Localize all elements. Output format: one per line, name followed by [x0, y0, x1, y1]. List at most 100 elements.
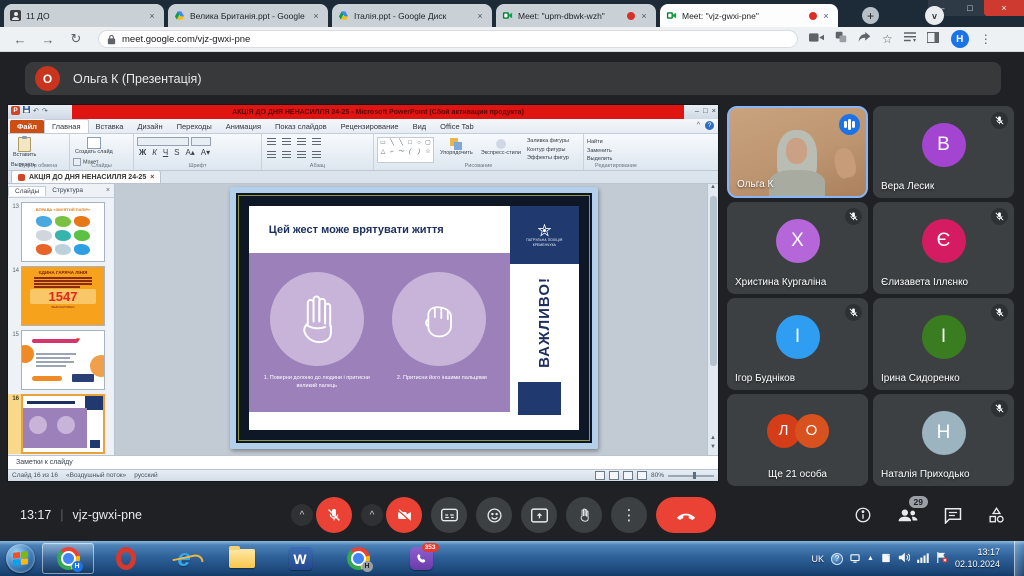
- start-button[interactable]: [6, 544, 35, 573]
- participant-tile-yelyzaveta[interactable]: Є Єлизавета Іллєнко: [873, 202, 1014, 294]
- tab-slides[interactable]: Слайды: [8, 186, 46, 196]
- shape-effects-button[interactable]: Эффекты фигур: [527, 155, 569, 161]
- tab-classroom[interactable]: 11 ДО ×: [4, 4, 164, 27]
- shadow-icon[interactable]: S: [174, 148, 179, 157]
- view-slideshow-icon[interactable]: [637, 471, 647, 480]
- scroll-thumb[interactable]: [710, 196, 717, 366]
- shape-outline-button[interactable]: Контур фигуры: [527, 147, 565, 153]
- participant-tile-ihor[interactable]: І Ігор Будніков: [727, 298, 868, 390]
- new-slide-button[interactable]: Создать слайд: [75, 137, 113, 155]
- shape-fill-button[interactable]: Заливка фигуры: [527, 138, 569, 144]
- slide-thumbnail-14[interactable]: 14 ЄДИНА ГАРЯЧА ЛІНІЯ 1547 БЕЗКОШТОВНО: [8, 266, 114, 326]
- mic-muted-button[interactable]: [316, 497, 352, 533]
- side-panel-icon[interactable]: [927, 30, 939, 48]
- find-button[interactable]: Найти: [587, 139, 603, 145]
- view-reading-icon[interactable]: [623, 471, 633, 480]
- participant-tile-vera[interactable]: В Вера Лесик: [873, 106, 1014, 198]
- align-right-icon[interactable]: [297, 151, 306, 159]
- bold-icon[interactable]: Ж: [139, 148, 146, 157]
- taskbar-clock[interactable]: 13:17 02.10.2024: [955, 547, 1000, 570]
- browser-menu-icon[interactable]: ⋮: [980, 32, 992, 46]
- chat-button[interactable]: [944, 507, 962, 524]
- activities-button[interactable]: [987, 506, 1006, 524]
- indent-icon[interactable]: [297, 138, 306, 146]
- quick-styles-button[interactable]: Экспресс-стили: [481, 138, 521, 162]
- network-signal-icon[interactable]: [917, 550, 929, 568]
- numbering-icon[interactable]: [282, 138, 291, 146]
- share-icon[interactable]: [858, 30, 871, 48]
- undo-icon[interactable]: ↶: [33, 107, 39, 115]
- ppt-close-button[interactable]: ×: [712, 106, 716, 115]
- mic-options-chevron[interactable]: ^: [291, 504, 313, 526]
- bookmark-star-icon[interactable]: ☆: [882, 32, 893, 46]
- camera-options-chevron[interactable]: ^: [361, 504, 383, 526]
- taskbar-viber[interactable]: 353: [395, 543, 447, 574]
- ppt-tab-officetab[interactable]: Office Tab: [433, 120, 481, 133]
- ppt-quick-access-toolbar[interactable]: P ↶ ↷: [11, 106, 48, 115]
- shrink-font-icon[interactable]: А▾: [201, 148, 210, 157]
- tab-close-icon[interactable]: ×: [474, 10, 486, 22]
- language-indicator[interactable]: UK: [812, 554, 825, 564]
- current-slide[interactable]: Цей жест може врятувати життя ПАТРУЛЬНА …: [230, 187, 598, 449]
- slide-scrollbar[interactable]: ▲ ▲▼: [707, 184, 718, 455]
- profile-avatar[interactable]: H: [951, 30, 969, 48]
- underline-icon[interactable]: Ч: [163, 148, 168, 157]
- action-center-flag-icon[interactable]: [936, 550, 948, 568]
- scroll-up-icon[interactable]: ▲: [710, 184, 716, 190]
- captions-button[interactable]: [431, 497, 467, 533]
- prev-next-slide-buttons[interactable]: ▲▼: [708, 434, 718, 453]
- tray-clipboard-icon[interactable]: [881, 550, 891, 568]
- shared-powerpoint-window[interactable]: P ↶ ↷ АКЦІЯ ДО ДНЯ НЕНАСИЛЛЯ 24-25 - Mic…: [8, 105, 718, 481]
- tab-close-icon[interactable]: ×: [310, 10, 322, 22]
- ppt-tab-transitions[interactable]: Переходы: [170, 120, 219, 133]
- meeting-details-button[interactable]: [854, 506, 872, 524]
- ppt-tab-home[interactable]: Главная: [44, 119, 89, 133]
- grow-font-icon[interactable]: А▴: [185, 148, 194, 157]
- ppt-tab-animations[interactable]: Анимация: [219, 120, 268, 133]
- camera-off-button[interactable]: [386, 497, 422, 533]
- paste-button[interactable]: Вставить: [13, 137, 36, 158]
- show-desktop-button[interactable]: [1014, 541, 1024, 576]
- taskbar-word[interactable]: W: [274, 543, 326, 574]
- tab-close-icon[interactable]: ×: [146, 10, 158, 22]
- tab-presentation-italy[interactable]: Італія.ppt - Google Диск ×: [332, 4, 492, 27]
- notes-pane[interactable]: Заметки к слайду: [8, 455, 718, 469]
- tab-meet-current[interactable]: Meet: "vjz-gwxi-pne" ×: [660, 4, 838, 27]
- participant-tile-khrystyna[interactable]: Х Христина Кургаліна: [727, 202, 868, 294]
- forward-button[interactable]: →: [40, 32, 56, 47]
- participant-tile-olga[interactable]: Ольга К: [727, 106, 868, 198]
- document-tab-close-icon[interactable]: ×: [150, 174, 154, 181]
- help-icon[interactable]: ?: [705, 121, 714, 130]
- minimize-button[interactable]: –: [928, 0, 956, 16]
- present-screen-button[interactable]: [521, 497, 557, 533]
- close-button[interactable]: ×: [984, 0, 1024, 16]
- ppt-tab-review[interactable]: Рецензирование: [334, 120, 406, 133]
- more-options-button[interactable]: ⋮: [611, 497, 647, 533]
- participant-tile-iryna[interactable]: І Ірина Сидоренко: [873, 298, 1014, 390]
- taskbar-internet-explorer[interactable]: e: [158, 543, 210, 574]
- justify-icon[interactable]: [312, 151, 321, 159]
- raise-hand-button[interactable]: [566, 497, 602, 533]
- ppt-tab-insert[interactable]: Вставка: [89, 120, 131, 133]
- shapes-gallery[interactable]: ▭╲╲□○▢ △⌐〜()☆: [377, 137, 434, 163]
- ppt-tab-slideshow[interactable]: Показ слайдов: [268, 120, 334, 133]
- view-sorter-icon[interactable]: [609, 471, 619, 480]
- panel-close-icon[interactable]: ×: [106, 187, 110, 194]
- camera-allowed-icon[interactable]: [809, 30, 824, 48]
- language-help-icon[interactable]: ?: [831, 553, 843, 565]
- zoom-slider[interactable]: [668, 475, 714, 477]
- taskbar-chrome-secondary[interactable]: H: [332, 543, 384, 574]
- tab-close-icon[interactable]: ×: [820, 10, 832, 22]
- participant-tile-overflow[interactable]: Л О Ще 21 особа: [727, 394, 868, 486]
- view-normal-icon[interactable]: [595, 471, 605, 480]
- tab-close-icon[interactable]: ×: [638, 10, 650, 22]
- document-tab[interactable]: АКЦІЯ ДО ДНЯ НЕНАСИЛЛЯ 24-25 ×: [11, 170, 161, 183]
- tab-presentation-britain[interactable]: Велика Британія.ppt - Google ×: [168, 4, 328, 27]
- volume-icon[interactable]: [898, 550, 910, 568]
- address-bar[interactable]: meet.google.com/vjz-gwxi-pne: [98, 30, 798, 48]
- ppt-tab-view[interactable]: Вид: [406, 120, 434, 133]
- ribbon-collapse-icon[interactable]: ^: [697, 122, 700, 129]
- slide-thumbnail-13[interactable]: 13 ВПРАВА «ЗІМ'ЯТИЙ ПАПІР»: [8, 202, 114, 262]
- arrange-button[interactable]: Упорядочить: [440, 138, 473, 162]
- align-center-icon[interactable]: [282, 151, 291, 159]
